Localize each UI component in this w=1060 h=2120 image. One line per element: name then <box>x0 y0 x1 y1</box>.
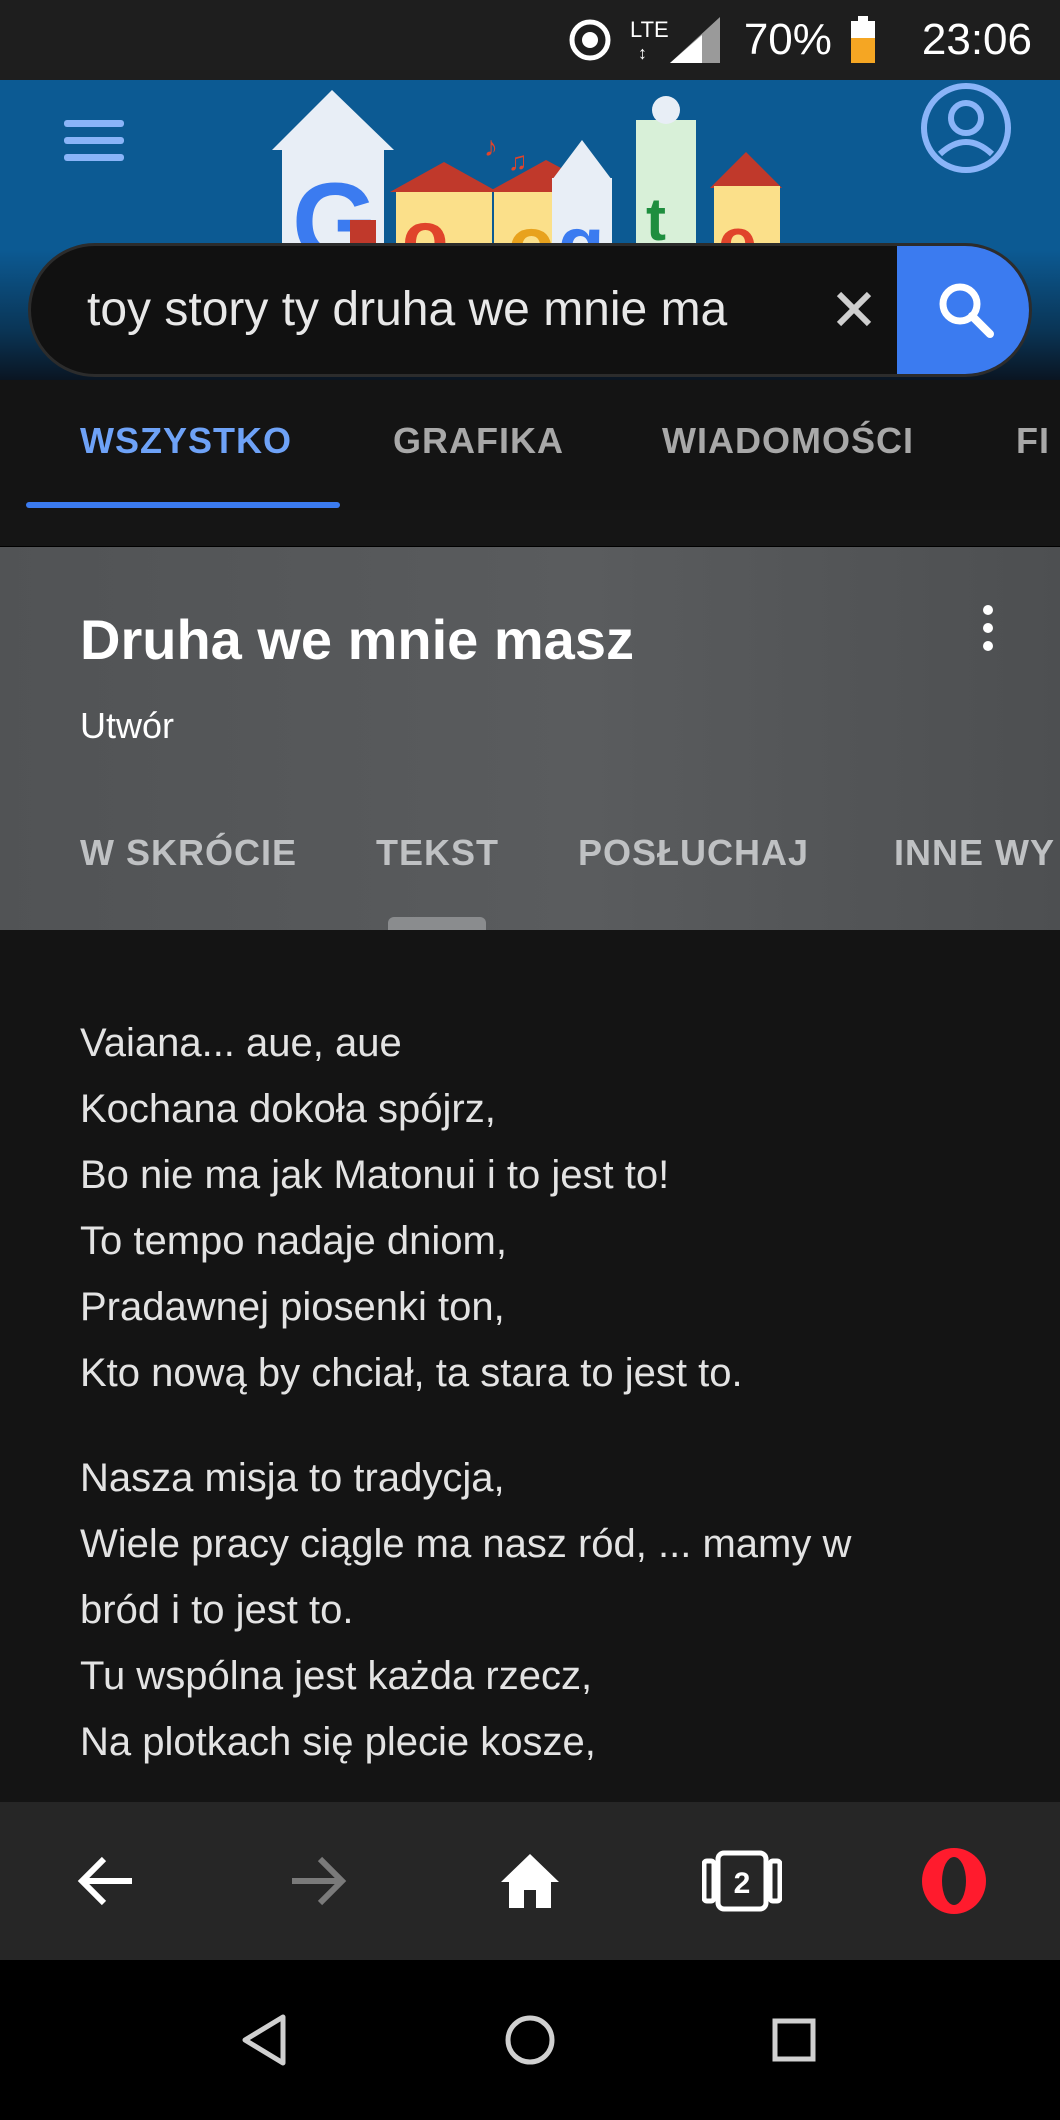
home-icon <box>501 1854 559 1908</box>
tab-all[interactable]: WSZYSTKO <box>80 420 292 462</box>
opera-menu-button[interactable] <box>914 1841 994 1921</box>
lyric-line: To tempo nadaje dniom, <box>80 1219 507 1263</box>
battery-icon <box>850 16 876 64</box>
svg-text:↕: ↕ <box>638 43 647 63</box>
more-options-icon[interactable] <box>976 605 1000 661</box>
hamburger-menu-button[interactable] <box>60 110 140 180</box>
svg-text:♪: ♪ <box>484 131 498 162</box>
signal-icon: LTE ↕ <box>630 15 726 65</box>
clock: 23:06 <box>921 15 1032 64</box>
lyric-line: Nasza misja to tradycja, <box>80 1456 505 1500</box>
knowledge-card-header: Druha we mnie masz Utwór W SKRÓCIE TEKST… <box>0 547 1060 930</box>
clear-search-button[interactable] <box>821 276 887 342</box>
lyric-line: Na plotkach się plecie kosze, <box>80 1720 596 1764</box>
square-recents-icon <box>772 2018 816 2062</box>
arrow-left-icon <box>77 1856 132 1906</box>
lyric-line: bród i to jest to. <box>80 1588 354 1632</box>
tab-more[interactable]: FI <box>1016 420 1050 462</box>
lyric-line: Vaiana... aue, aue <box>80 1021 402 1065</box>
arrow-right-icon <box>292 1856 347 1906</box>
lyric-line: Kochana dokoła spójrz, <box>80 1087 496 1131</box>
search-input[interactable]: toy story ty druha we mnie ma <box>87 246 807 374</box>
tabs-divider <box>0 510 1060 546</box>
lyric-line: Kto nową by chciał, ta stara to jest to. <box>80 1351 743 1395</box>
battery-percent: 70% <box>743 15 832 64</box>
triangle-back-icon <box>242 2014 286 2066</box>
lyric-line: Bo nie ma jak Matonui i to jest to! <box>80 1153 670 1197</box>
subtab-lyrics[interactable]: TEKST <box>376 832 499 874</box>
tabs-button[interactable]: 2 <box>702 1841 782 1921</box>
system-navigation-bar <box>0 1960 1060 2120</box>
browser-toolbar: 2 <box>0 1802 1060 1960</box>
close-icon <box>836 291 872 327</box>
lyric-line: Wiele pracy ciągle ma nasz ród, ... mamy… <box>80 1522 852 1566</box>
back-button[interactable] <box>66 1841 146 1921</box>
search-tabs: WSZYSTKO GRAFIKA WIADOMOŚCI FI <box>0 380 1060 510</box>
tabs-icon: 2 <box>702 1850 782 1912</box>
lyric-line: Pradawnej piosenki ton, <box>80 1285 505 1329</box>
home-button[interactable] <box>490 1841 570 1921</box>
svg-text:♫: ♫ <box>508 146 528 176</box>
card-title: Druha we mnie masz <box>80 608 634 671</box>
network-type: LTE <box>630 17 669 42</box>
opera-logo-icon <box>922 1848 986 1914</box>
card-subtitle: Utwór <box>80 705 175 746</box>
active-tab-indicator <box>26 502 340 508</box>
circle-home-icon <box>505 2015 555 2065</box>
lyrics-panel: Vaiana... aue, aue Kochana dokoła spójrz… <box>0 930 1060 1802</box>
subtab-listen[interactable]: POSŁUCHAJ <box>578 832 809 874</box>
subtab-other-versions[interactable]: INNE WY <box>894 832 1055 874</box>
lyrics-stanza-1: Vaiana... aue, aue Kochana dokoła spójrz… <box>80 1010 1000 1406</box>
search-box[interactable]: toy story ty druha we mnie ma <box>28 243 1032 377</box>
subtab-overview[interactable]: W SKRÓCIE <box>80 832 297 874</box>
forward-button[interactable] <box>278 1841 358 1921</box>
tab-images[interactable]: GRAFIKA <box>393 420 564 462</box>
search-icon <box>939 283 994 338</box>
system-home-button[interactable] <box>500 2010 560 2070</box>
lyric-line: Tu wspólna jest każda rzecz, <box>80 1654 593 1698</box>
account-avatar-icon[interactable] <box>918 80 1014 176</box>
subtab-indicator <box>388 917 486 930</box>
system-back-button[interactable] <box>234 2010 294 2070</box>
do-not-disturb-icon <box>568 18 612 62</box>
search-button[interactable] <box>897 246 1029 374</box>
tab-news[interactable]: WIADOMOŚCI <box>662 420 914 462</box>
tab-count: 2 <box>734 1867 751 1900</box>
lyrics-stanza-2: Nasza misja to tradycja, Wiele pracy cią… <box>80 1445 1000 1775</box>
system-recents-button[interactable] <box>764 2010 824 2070</box>
google-header: G o o ♪ ♫ g t e toy story ty druha we mn… <box>0 80 1060 380</box>
status-bar: LTE ↕ 70% 23:06 <box>0 0 1060 80</box>
